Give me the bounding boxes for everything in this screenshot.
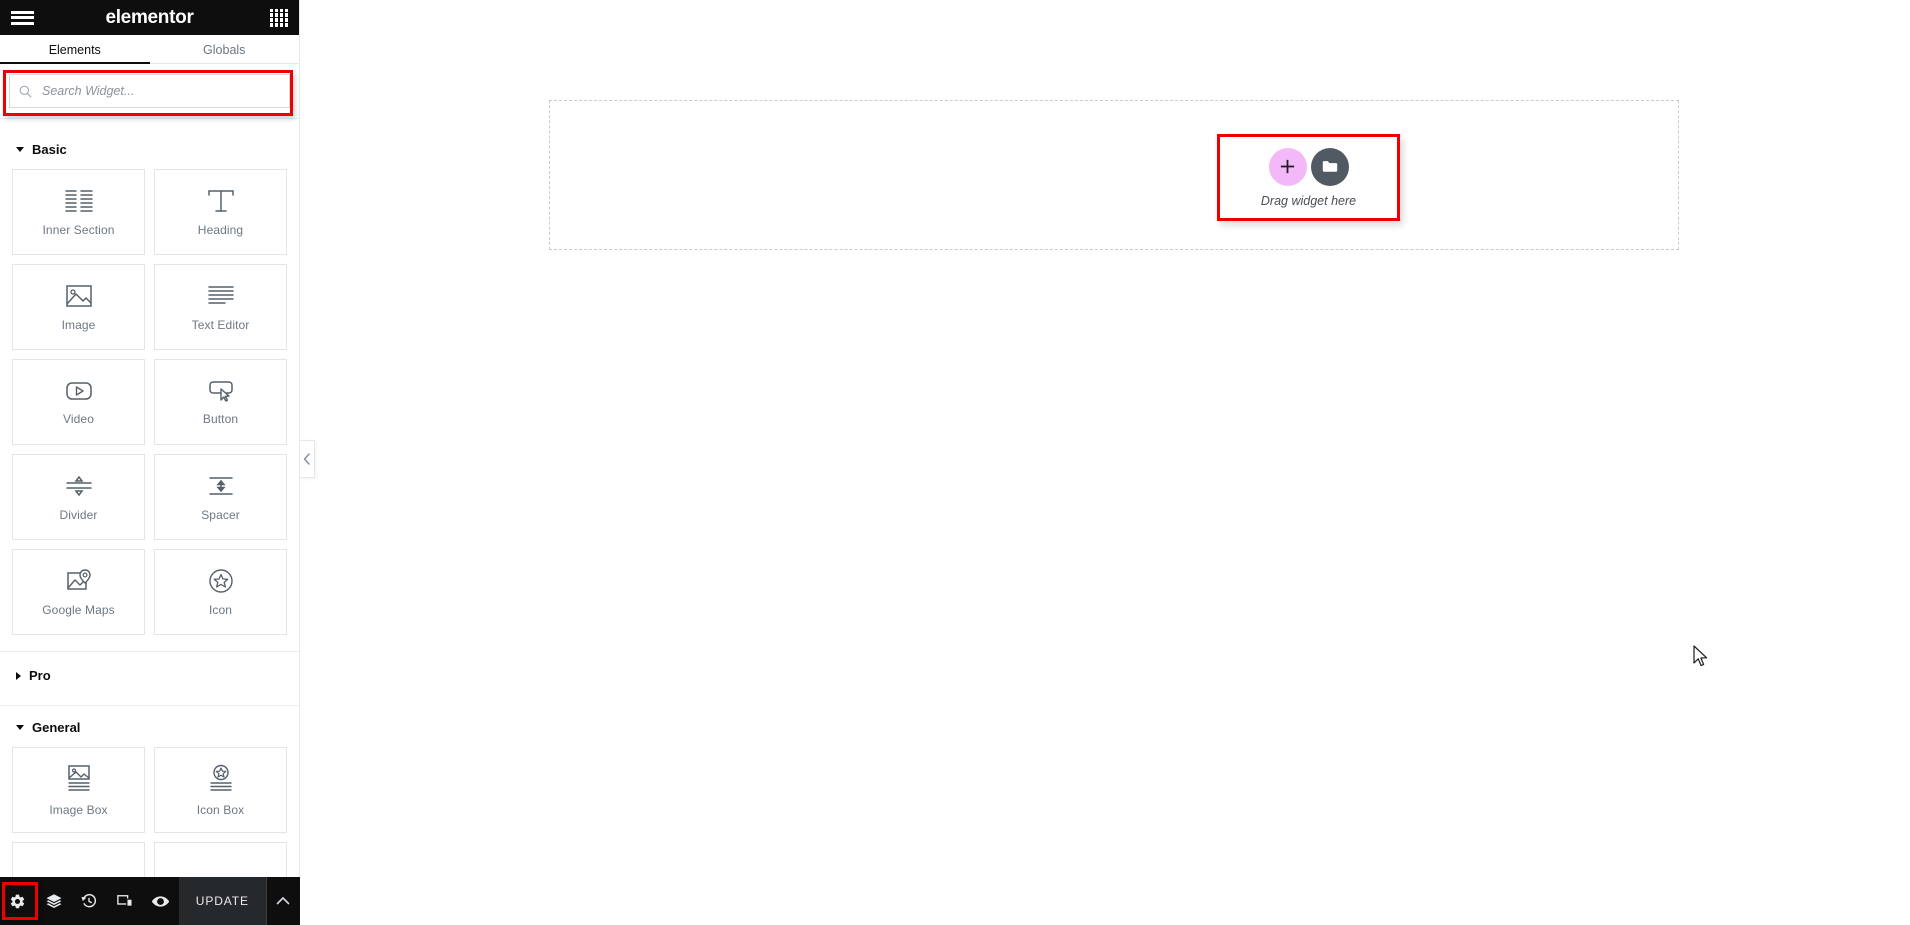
search-input[interactable]: [40, 83, 280, 99]
search-section: [0, 64, 299, 119]
widget-icon-box[interactable]: Icon Box: [154, 747, 287, 833]
widget-list[interactable]: Basic Inner Section Heading Image Text E…: [0, 128, 299, 877]
chevron-right-icon: [16, 671, 21, 680]
update-button[interactable]: UPDATE: [178, 877, 266, 925]
elementor-logo-text: elementor: [105, 6, 194, 28]
eye-icon: [152, 895, 170, 907]
widget-label: Icon: [208, 602, 233, 617]
star-icon: [208, 568, 233, 593]
editor-panel: elementor Elements Globals Basic: [0, 0, 300, 925]
update-label: UPDATE: [195, 894, 249, 908]
category-pro-label: Pro: [29, 668, 51, 683]
widget-video[interactable]: Video: [12, 359, 145, 445]
category-pro-header[interactable]: Pro: [0, 652, 299, 699]
widget-tile-partial[interactable]: [12, 842, 145, 877]
drag-area-buttons: [1268, 147, 1349, 186]
grid-apps-icon[interactable]: [270, 8, 288, 27]
divider-icon: [65, 475, 92, 496]
category-general-grid: Image Box Icon Box: [0, 745, 299, 877]
drag-widget-area[interactable]: Drag widget here: [1217, 134, 1400, 221]
mouse-cursor: [1693, 645, 1710, 674]
widget-label: Image Box: [49, 802, 108, 817]
widget-label: Spacer: [201, 507, 240, 522]
category-general: General Image Box Icon Box: [0, 706, 299, 877]
category-pro: Pro: [0, 652, 299, 699]
gear-icon: [11, 894, 25, 908]
widget-label: Google Maps: [42, 602, 115, 617]
settings-button[interactable]: [0, 877, 36, 925]
image-box-icon: [67, 764, 90, 791]
widget-divider[interactable]: Divider: [12, 454, 145, 540]
add-widget-button[interactable]: [1268, 147, 1307, 186]
video-icon: [65, 381, 92, 400]
google-maps-icon: [66, 568, 91, 590]
panel-footer-toolbar: UPDATE: [0, 877, 300, 925]
editor-canvas[interactable]: Drag widget here: [300, 0, 1910, 925]
widget-text-editor[interactable]: Text Editor: [154, 264, 287, 350]
category-basic-grid: Inner Section Heading Image Text Editor …: [0, 167, 299, 645]
responsive-mode-button[interactable]: [107, 877, 143, 925]
category-basic-header[interactable]: Basic: [0, 128, 299, 167]
chevron-left-icon: [303, 453, 310, 465]
chevron-down-icon: [16, 725, 24, 730]
widget-label: Divider: [59, 507, 98, 522]
responsive-mode-icon: [117, 895, 133, 907]
category-general-label: General: [32, 720, 81, 735]
history-icon: [81, 893, 97, 908]
layers-icon: [46, 894, 62, 909]
widget-icon[interactable]: Icon: [154, 549, 287, 635]
button-icon: [208, 380, 233, 402]
widget-button[interactable]: Button: [154, 359, 287, 445]
section-placeholder[interactable]: Drag widget here: [549, 100, 1679, 250]
search-box[interactable]: [9, 74, 290, 108]
widget-label: Inner Section: [42, 222, 115, 237]
widget-label: Heading: [197, 222, 244, 237]
widget-label: Button: [202, 411, 239, 426]
widget-label: Video: [63, 411, 94, 426]
folder-icon: [1322, 161, 1337, 172]
navigator-button[interactable]: [36, 877, 72, 925]
widget-label: Image: [61, 317, 96, 332]
tab-globals[interactable]: Globals: [150, 35, 300, 64]
widget-image-box[interactable]: Image Box: [12, 747, 145, 833]
search-icon: [19, 85, 32, 97]
history-button[interactable]: [72, 877, 108, 925]
tab-elements[interactable]: Elements: [0, 35, 150, 65]
drag-widget-label: Drag widget here: [1260, 193, 1357, 208]
widget-spacer[interactable]: Spacer: [154, 454, 287, 540]
icon-box-icon: [209, 764, 232, 791]
category-basic-label: Basic: [32, 142, 67, 157]
image-icon: [65, 284, 92, 307]
plus-icon: [1280, 159, 1295, 174]
widget-inner-section[interactable]: Inner Section: [12, 169, 145, 255]
hamburger-menu-icon[interactable]: [11, 9, 34, 27]
widget-label: Text Editor: [191, 317, 250, 332]
preview-button[interactable]: [143, 877, 179, 925]
heading-icon: [207, 189, 234, 212]
category-basic: Basic Inner Section Heading Image Text E…: [0, 128, 299, 645]
chevron-up-icon: [277, 896, 290, 905]
widget-image[interactable]: Image: [12, 264, 145, 350]
inner-section-icon: [64, 189, 93, 212]
widget-heading[interactable]: Heading: [154, 169, 287, 255]
widget-google-maps[interactable]: Google Maps: [12, 549, 145, 635]
panel-collapse-handle[interactable]: [300, 440, 315, 478]
category-general-header[interactable]: General: [0, 706, 299, 745]
template-library-button[interactable]: [1310, 147, 1349, 186]
spacer-icon: [208, 476, 233, 495]
update-options-button[interactable]: [265, 877, 300, 925]
chevron-down-icon: [16, 147, 24, 152]
widget-tile-partial[interactable]: [154, 842, 287, 877]
panel-header: elementor: [0, 0, 299, 35]
text-editor-icon: [207, 285, 234, 304]
panel-tabs: Elements Globals: [0, 35, 300, 65]
widget-label: Icon Box: [196, 802, 245, 817]
